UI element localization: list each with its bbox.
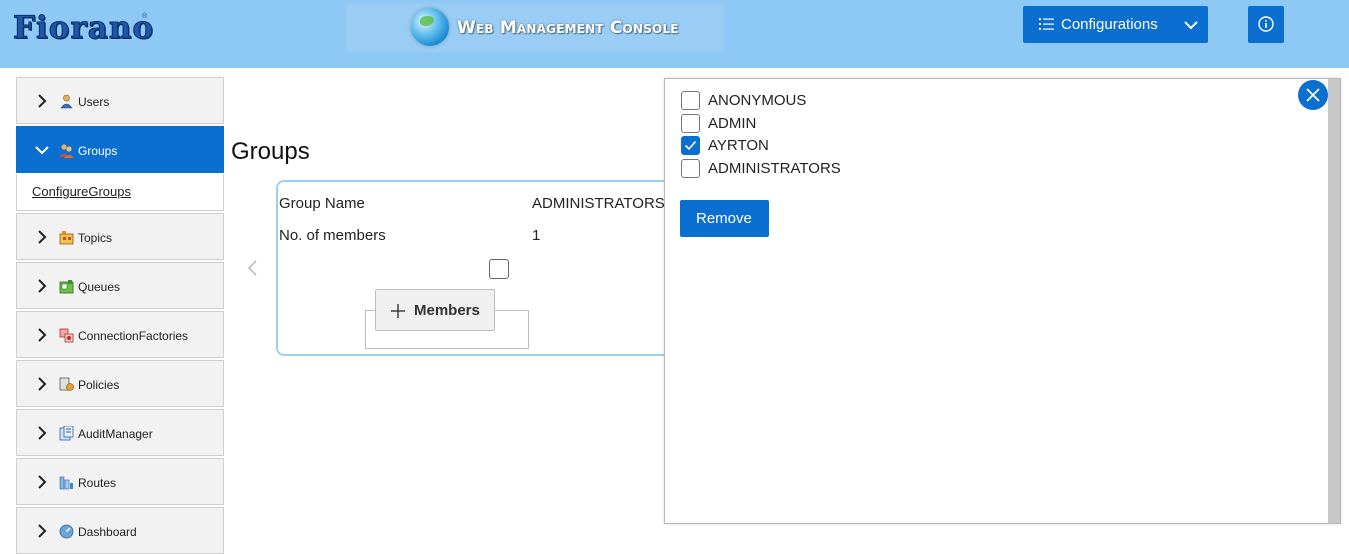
add-members-button[interactable]: Members — [375, 289, 495, 331]
policies-icon — [59, 377, 74, 391]
checkbox[interactable] — [681, 114, 700, 133]
chevron-right-icon — [38, 426, 47, 440]
remove-button[interactable]: Remove — [680, 200, 769, 237]
user-icon — [60, 94, 73, 109]
sidebar-item-label: Topics — [78, 231, 113, 245]
sidebar-item-label: Policies — [78, 378, 120, 392]
sidebar-item-label: Routes — [78, 476, 117, 490]
sidebar-item-label: Users — [78, 95, 110, 109]
member-option-label: ANONYMOUS — [708, 92, 807, 109]
chevron-right-icon — [38, 94, 47, 108]
sidebar-item-groups[interactable]: Groups — [16, 126, 224, 173]
chevron-right-icon — [38, 328, 47, 342]
sidebar-item-label: AuditManager — [78, 427, 153, 441]
chevron-left-icon[interactable] — [246, 259, 260, 277]
remove-button-label: Remove — [696, 210, 752, 227]
members-button-label: Members — [414, 302, 480, 319]
connection-factories-icon — [59, 328, 74, 343]
queues-icon — [59, 280, 74, 294]
popup-scrollbar[interactable] — [1328, 79, 1340, 523]
page-title: Groups — [231, 138, 310, 165]
members-popup: ANONYMOUS ADMIN AYRTON ADMINISTRATORS Re… — [664, 78, 1341, 524]
sidebar-item-policies[interactable]: Policies — [16, 360, 224, 407]
sidebar-item-label: Queues — [78, 280, 121, 294]
group-card: Group Name ADMINISTRATORS No. of members… — [276, 180, 696, 356]
globe-icon — [411, 8, 449, 46]
member-option-label: AYRTON — [708, 137, 769, 154]
chevron-right-icon — [38, 279, 47, 293]
sidebar-item-users[interactable]: Users — [16, 77, 224, 124]
sidebar-item-connection-factories[interactable]: ConnectionFactories — [16, 311, 224, 358]
sidebar-item-audit-manager[interactable]: AuditManager — [16, 409, 224, 456]
checkmark-icon — [684, 140, 697, 151]
sidebar-item-routes[interactable]: Routes — [16, 458, 224, 505]
sidebar-item-label: Dashboard — [78, 525, 137, 539]
audit-manager-icon — [59, 426, 74, 441]
chevron-right-icon — [38, 377, 47, 391]
topics-icon — [59, 231, 74, 245]
sidebar-item-label: Groups — [78, 144, 118, 158]
plus-icon — [391, 304, 405, 318]
chevron-right-icon — [38, 230, 47, 244]
sidebar-item-dashboard[interactable]: Dashboard — [16, 507, 224, 554]
sidebar-item-queues[interactable]: Queues — [16, 262, 224, 309]
checkbox-checked[interactable] — [681, 136, 700, 155]
member-count-label: No. of members — [279, 227, 386, 244]
sidebar-item-topics[interactable]: Topics — [16, 213, 224, 260]
member-count-value: 1 — [532, 227, 541, 244]
fiorano-logo[interactable]: Fiorano — [12, 10, 154, 47]
console-banner: Web Management Console — [346, 4, 724, 52]
app-header: Fiorano ® Web Management Console Configu… — [0, 0, 1349, 68]
sidebar-item-label: ConnectionFactories — [78, 329, 189, 343]
list-icon — [1039, 18, 1054, 30]
dashboard-icon — [59, 524, 74, 539]
configurations-label: Configurations — [1061, 16, 1158, 33]
checkbox[interactable] — [681, 159, 700, 178]
registered-mark: ® — [142, 13, 148, 20]
chevron-down-icon — [1184, 21, 1198, 30]
chevron-down-icon — [35, 146, 49, 155]
groups-icon — [59, 144, 74, 158]
configure-groups-link[interactable]: ConfigureGroups — [32, 184, 131, 199]
checkbox[interactable] — [681, 91, 700, 110]
group-name-label: Group Name — [279, 195, 365, 212]
close-icon — [1306, 88, 1320, 102]
member-option-label: ADMIN — [708, 115, 757, 132]
chevron-right-icon — [38, 524, 47, 538]
info-icon — [1258, 16, 1274, 32]
info-button[interactable] — [1248, 6, 1284, 43]
configurations-dropdown[interactable]: Configurations — [1023, 6, 1208, 43]
select-group-checkbox[interactable] — [489, 259, 509, 279]
routes-icon — [59, 476, 73, 490]
groups-submenu: ConfigureGroups — [16, 174, 224, 211]
chevron-right-icon — [38, 475, 47, 489]
close-button[interactable] — [1298, 80, 1328, 110]
group-name-value: ADMINISTRATORS — [532, 195, 665, 212]
banner-title: Web Management Console — [457, 18, 679, 38]
member-option-label: ADMINISTRATORS — [708, 160, 841, 177]
